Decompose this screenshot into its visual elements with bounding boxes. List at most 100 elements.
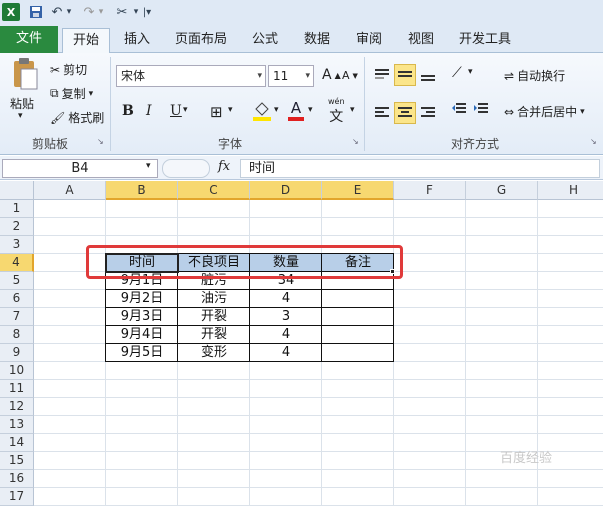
row-header-3[interactable]: 3 [0, 236, 34, 254]
table-cell[interactable] [322, 344, 394, 362]
tab-home[interactable]: 开始 [62, 28, 110, 54]
row-header-14[interactable]: 14 [0, 434, 34, 452]
align-left-icon[interactable] [372, 103, 392, 123]
column-header-a[interactable]: A [34, 181, 106, 200]
underline-dropdown-icon[interactable]: ▾ [183, 105, 188, 115]
row-header-7[interactable]: 7 [0, 308, 34, 326]
table-cell[interactable] [322, 308, 394, 326]
borders-dropdown-icon[interactable]: ▾ [228, 105, 233, 115]
wrap-text-button[interactable]: ⇌ 自动换行 [504, 67, 565, 84]
font-launcher-icon[interactable]: ↘ [352, 137, 359, 146]
name-box[interactable]: B4 [2, 159, 158, 178]
customize-qat-icon[interactable]: |▾ [141, 3, 153, 21]
tab-data[interactable]: 数据 [294, 28, 340, 53]
insert-function-icon[interactable]: fx [218, 159, 230, 174]
format-painter-button[interactable]: 🖌 格式刷 [50, 109, 104, 126]
column-header-g[interactable]: G [466, 181, 538, 200]
align-middle-icon[interactable] [394, 64, 416, 86]
table-cell[interactable]: 9月2日 [106, 290, 178, 308]
undo-dropdown-icon[interactable]: ▾ [64, 3, 74, 21]
column-header-e[interactable]: E [322, 181, 394, 200]
tab-formulas[interactable]: 公式 [242, 28, 288, 53]
row-header-11[interactable]: 11 [0, 380, 34, 398]
table-cell[interactable]: 9月4日 [106, 326, 178, 344]
copy-button[interactable]: ⧉ 复制 ▾ [50, 85, 93, 102]
row-header-1[interactable]: 1 [0, 200, 34, 218]
table-cell[interactable]: 3 [250, 308, 322, 326]
font-color-dropdown-icon[interactable]: ▾ [308, 105, 313, 115]
paste-dropdown-icon[interactable]: ▾ [18, 111, 23, 121]
select-all-corner[interactable] [0, 181, 34, 200]
table-cell[interactable]: 4 [250, 344, 322, 362]
column-header-c[interactable]: C [178, 181, 250, 200]
grow-font-button[interactable]: A ▲ [322, 67, 341, 83]
align-center-icon[interactable] [394, 102, 416, 124]
undo-icon[interactable]: ↶ [50, 3, 64, 21]
bold-button[interactable]: B [122, 103, 134, 119]
table-cell[interactable]: 油污 [178, 290, 250, 308]
phonetic-button[interactable]: wén 文 [328, 97, 345, 126]
tab-insert[interactable]: 插入 [114, 28, 160, 53]
row-header-5[interactable]: 5 [0, 272, 34, 290]
redo-icon[interactable]: ↷ [82, 3, 96, 21]
table-cell[interactable]: 开裂 [178, 326, 250, 344]
align-bottom-icon[interactable] [418, 65, 438, 85]
table-cell[interactable] [322, 326, 394, 344]
redo-dropdown-icon[interactable]: ▾ [96, 3, 106, 21]
column-header-b[interactable]: B [106, 181, 178, 200]
row-header-13[interactable]: 13 [0, 416, 34, 434]
row-header-8[interactable]: 8 [0, 326, 34, 344]
formula-input[interactable]: 时间 [240, 159, 600, 178]
clipboard-launcher-icon[interactable]: ↘ [97, 137, 104, 146]
table-cell[interactable]: 变形 [178, 344, 250, 362]
cut-button[interactable]: ✂ 剪切 [50, 61, 87, 78]
fill-color-button[interactable] [252, 101, 272, 121]
tab-page-layout[interactable]: 页面布局 [166, 28, 236, 53]
table-cell[interactable]: 开裂 [178, 308, 250, 326]
font-size-combo[interactable]: 11 ▾ [268, 65, 314, 87]
decrease-indent-icon[interactable] [450, 103, 468, 115]
row-header-17[interactable]: 17 [0, 488, 34, 506]
borders-icon[interactable]: ⊞ [210, 103, 223, 121]
font-name-combo[interactable]: 宋体 ▾ [116, 65, 266, 87]
table-cell[interactable]: 9月5日 [106, 344, 178, 362]
increase-indent-icon[interactable] [472, 103, 490, 115]
table-cell[interactable]: 4 [250, 326, 322, 344]
row-header-10[interactable]: 10 [0, 362, 34, 380]
italic-button[interactable]: I [146, 103, 152, 119]
align-right-icon[interactable] [418, 103, 438, 123]
shrink-font-button[interactable]: A ▼ [342, 69, 358, 82]
spreadsheet-grid[interactable]: ABCDEFGH 1 2 3 4 5 6 7 8 9 10 11 12 13 14 15 16 17 时间 不良项… [0, 181, 603, 506]
fill-dropdown-icon[interactable]: ▾ [274, 105, 279, 115]
save-icon[interactable] [28, 3, 44, 21]
underline-button[interactable]: U [170, 103, 182, 119]
tab-view[interactable]: 视图 [398, 28, 444, 53]
tab-review[interactable]: 审阅 [346, 28, 392, 53]
row-header-6[interactable]: 6 [0, 290, 34, 308]
row-header-2[interactable]: 2 [0, 218, 34, 236]
row-header-4[interactable]: 4 [0, 254, 34, 272]
table-cell[interactable] [322, 290, 394, 308]
column-header-h[interactable]: H [538, 181, 603, 200]
row-header-16[interactable]: 16 [0, 470, 34, 488]
row-header-9[interactable]: 9 [0, 344, 34, 362]
row-header-12[interactable]: 12 [0, 398, 34, 416]
tab-file[interactable]: 文件 [0, 26, 58, 53]
align-top-icon[interactable] [372, 65, 392, 85]
font-color-button[interactable]: A [288, 99, 304, 121]
row-header-15[interactable]: 15 [0, 452, 34, 470]
column-header-d[interactable]: D [250, 181, 322, 200]
tools-icon[interactable]: ✂ [113, 3, 131, 21]
table-cell[interactable]: 9月3日 [106, 308, 178, 326]
column-header-f[interactable]: F [394, 181, 466, 200]
phonetic-dropdown-icon[interactable]: ▾ [350, 105, 355, 115]
paste-button[interactable] [8, 57, 42, 91]
orientation-icon[interactable]: ⟋ [452, 65, 462, 81]
merge-center-button[interactable]: ⇔ 合并后居中 ▾ [504, 103, 585, 120]
table-cell[interactable]: 4 [250, 290, 322, 308]
tab-developer[interactable]: 开发工具 [452, 28, 518, 53]
tools-dropdown-icon[interactable]: ▾ [131, 3, 141, 21]
orientation-dropdown-icon[interactable]: ▾ [468, 67, 473, 77]
name-box-dropdown-icon[interactable]: ▾ [146, 161, 151, 171]
alignment-launcher-icon[interactable]: ↘ [590, 137, 597, 146]
